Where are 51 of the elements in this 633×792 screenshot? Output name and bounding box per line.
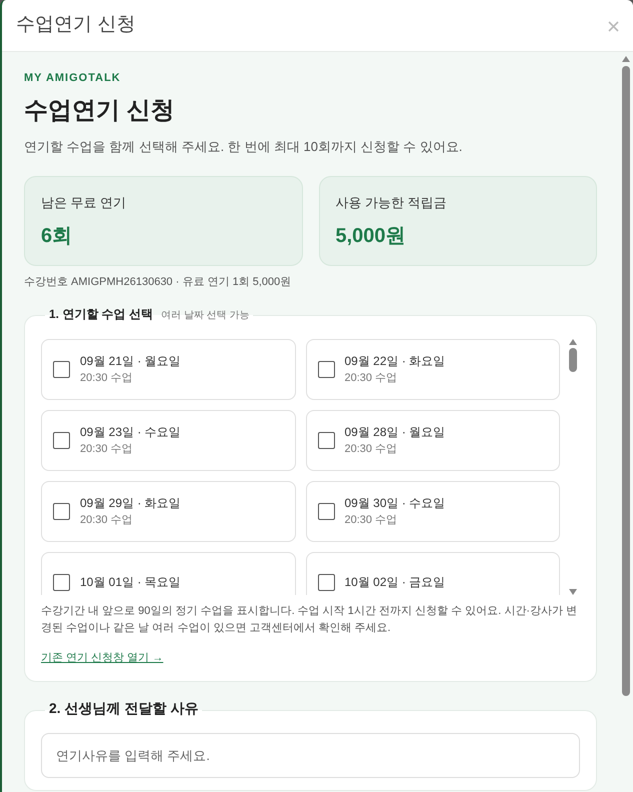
list-scrollbar[interactable] (566, 338, 580, 594)
class-time: 20:30 수업 (344, 442, 398, 457)
class-option[interactable]: 09월 28일 · 월요일 20:30 수업 (306, 410, 560, 470)
scrollbar-thumb[interactable] (622, 66, 630, 696)
class-option[interactable]: 09월 23일 · 수요일 20:30 수업 (41, 410, 296, 470)
class-time: 20:30 수업 (80, 442, 134, 457)
class-date: 09월 23일 · 수요일 (80, 424, 181, 441)
reason-field[interactable]: 연기사유를 입력해 주세요. (41, 732, 580, 778)
class-option[interactable]: 09월 29일 · 화요일 20:30 수업 (41, 480, 296, 542)
class-option[interactable]: 10월 01일 · 목요일 (41, 552, 296, 594)
class-date: 09월 29일 · 화요일 (80, 494, 181, 512)
class-option[interactable]: 09월 21일 · 월요일 20:30 수업 (41, 338, 296, 400)
down-arrow-icon[interactable] (569, 588, 577, 594)
class-date: 09월 28일 · 월요일 (344, 424, 446, 441)
stat-label: 사용 가능한 적립금 (336, 194, 448, 212)
intro-text: 연기할 수업을 함께 선택해 주세요. 한 번에 최대 10회까지 신청할 수 있어요. (24, 138, 464, 156)
section-title: 2. 선생님께 전달할 사유 (49, 698, 198, 718)
class-date: 09월 22일 · 화요일 (344, 352, 446, 370)
up-arrow-icon[interactable] (622, 56, 630, 62)
class-date: 09월 21일 · 월요일 (80, 352, 181, 370)
stat-label: 남은 무료 연기 (41, 194, 128, 212)
section-title: 1. 연기할 수업 선택 (49, 306, 154, 322)
checkbox[interactable] (318, 574, 334, 590)
class-time: 20:30 수업 (344, 370, 398, 386)
stat-value: 6회 (41, 224, 74, 248)
enrollment-note: 수강번호 AMIGPMH26130630 · 유료 연기 1회 5,000원 (24, 275, 292, 290)
notice-text: 수강기간 내 앞으로 90일의 정기 수업을 표시합니다. 수업 시작 1시간 전까지 신청할 수 있어요. 시간·강사가 변경된 수업이나 같은 날 여러 수업이 있으면 고객센터에서 확인해 주세요. (41, 604, 578, 636)
class-option[interactable]: 10월 02일 · 금요일 (306, 552, 560, 594)
class-time: 20:30 수업 (344, 512, 398, 528)
class-option[interactable]: 09월 22일 · 화요일 20:30 수업 (306, 338, 560, 400)
checkbox[interactable] (318, 502, 334, 520)
eyebrow-label: MY AMIGOTALK (24, 71, 122, 86)
checkbox[interactable] (53, 574, 70, 590)
class-time: 20:30 수업 (80, 512, 134, 528)
checkbox[interactable] (318, 432, 334, 448)
class-date: 10월 01일 · 목요일 (80, 574, 181, 591)
section-hint: 여러 날짜 선택 가능 (161, 308, 250, 322)
checkbox[interactable] (53, 432, 70, 448)
stat-value: 5,000원 (336, 224, 407, 248)
class-option[interactable]: 09월 30일 · 수요일 20:30 수업 (306, 480, 560, 542)
class-time: 20:30 수업 (80, 370, 134, 386)
class-date: 09월 30일 · 수요일 (344, 494, 446, 512)
scrollbar-thumb[interactable] (569, 348, 577, 372)
up-arrow-icon[interactable] (569, 338, 577, 344)
class-date: 10월 02일 · 금요일 (344, 574, 446, 591)
checkbox[interactable] (53, 502, 70, 520)
checkbox[interactable] (53, 360, 70, 378)
window-title: 수업연기 신청 (16, 13, 136, 38)
page-heading: 수업연기 신청 (24, 96, 176, 126)
legacy-form-link[interactable]: 기존 연기 신청창 열기 → (41, 650, 164, 666)
checkbox[interactable] (318, 360, 334, 378)
